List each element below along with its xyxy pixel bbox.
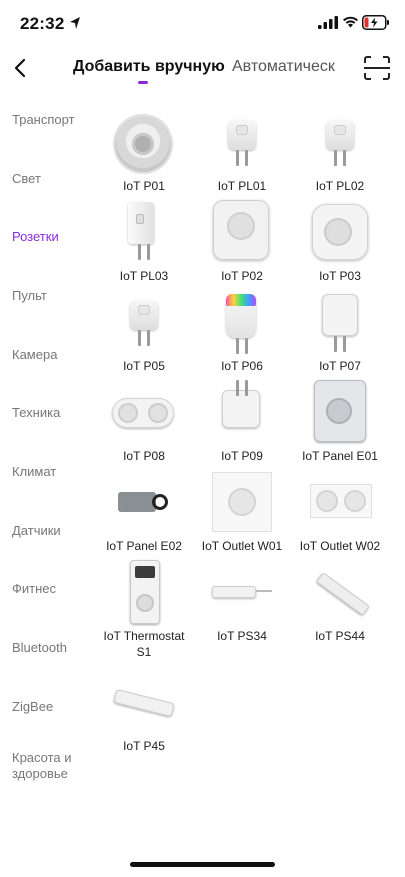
chevron-left-icon — [14, 58, 26, 78]
product-label: IoT Panel E02 — [106, 539, 182, 553]
product-tile[interactable]: IoT P07 — [292, 290, 388, 374]
category-sensors[interactable]: Датчики — [12, 523, 98, 539]
battery-charging-icon — [362, 15, 389, 30]
product-label: IoT PL02 — [315, 179, 365, 193]
product-tile[interactable]: IoT P03 — [292, 200, 388, 284]
product-tile[interactable]: IoT P08 — [96, 380, 192, 464]
home-indicator — [130, 862, 275, 867]
product-label: IoT P03 — [319, 269, 361, 283]
product-tile[interactable]: IoT P06 — [194, 290, 290, 374]
product-label: IoT P06 — [221, 359, 263, 373]
wifi-icon — [343, 16, 358, 28]
socket-plug-icon — [210, 200, 274, 264]
product-label: IoT P45 — [123, 739, 165, 753]
socket-plug-icon — [112, 200, 176, 264]
product-label: IoT P07 — [319, 359, 361, 373]
product-tile[interactable]: IoT PL02 — [292, 110, 388, 194]
product-label: IoT PL01 — [217, 179, 267, 193]
socket-plug-icon — [210, 290, 274, 354]
socket-plug-icon — [210, 470, 274, 534]
product-tile[interactable]: IoT P02 — [194, 200, 290, 284]
header: Добавить вручную Автоматическ — [0, 46, 405, 92]
power-strip-icon — [112, 670, 176, 734]
category-remote[interactable]: Пульт — [12, 288, 98, 304]
product-tile[interactable]: IoT PS34 — [194, 560, 290, 644]
category-climate[interactable]: Климат — [12, 464, 98, 480]
tab-manual-add[interactable]: Добавить вручную — [73, 58, 225, 76]
socket-plug-icon — [308, 200, 372, 264]
tab-auto-scan[interactable]: Автоматическ — [232, 58, 342, 76]
product-tile[interactable]: IoT P45 — [96, 670, 192, 754]
socket-plug-icon — [308, 380, 372, 444]
product-label: IoT Panel E01 — [302, 449, 378, 463]
socket-plug-icon — [112, 290, 176, 354]
socket-plug-icon — [112, 110, 176, 174]
product-label: IoT Outlet W01 — [201, 539, 283, 553]
power-strip-icon — [308, 560, 372, 624]
status-time: 22:32 — [20, 14, 65, 33]
status-bar: 22:32 — [0, 0, 405, 46]
product-tile[interactable]: IoT Outlet W01 — [194, 470, 290, 554]
product-label: IoT PL03 — [119, 269, 169, 283]
category-light[interactable]: Свет — [12, 171, 98, 187]
category-sockets[interactable]: Розетки — [12, 229, 98, 245]
scan-icon[interactable] — [364, 56, 390, 80]
cellular-signal-icon — [318, 16, 338, 29]
product-label: IoT Outlet W02 — [299, 539, 381, 553]
back-button[interactable] — [8, 54, 32, 82]
power-strip-icon — [210, 560, 274, 624]
product-label: IoT PS34 — [217, 629, 267, 643]
product-label: IoT P08 — [123, 449, 165, 463]
category-fitness[interactable]: Фитнес — [12, 581, 98, 597]
active-tab-indicator — [138, 81, 148, 84]
product-label: IoT P01 — [123, 179, 165, 193]
socket-plug-icon — [112, 470, 176, 534]
socket-plug-icon — [210, 110, 274, 174]
category-beauty-health[interactable]: Красота и здоровье — [12, 750, 98, 782]
thermostat-icon — [112, 560, 176, 624]
socket-plug-icon — [210, 380, 274, 444]
product-tile[interactable]: IoT PL03 — [96, 200, 192, 284]
product-tile[interactable]: IoT P01 — [96, 110, 192, 194]
product-label: IoT Thermostat S1 — [103, 629, 185, 659]
product-label: IoT PS44 — [315, 629, 365, 643]
product-tile[interactable]: IoT PL01 — [194, 110, 290, 194]
product-tile[interactable]: IoT Outlet W02 — [292, 470, 388, 554]
product-label: IoT P09 — [221, 449, 263, 463]
product-tile[interactable]: IoT Panel E01 — [292, 380, 388, 464]
category-camera[interactable]: Камера — [12, 347, 98, 363]
category-zigbee[interactable]: ZigBee — [12, 699, 98, 715]
category-transport[interactable]: Транспорт — [12, 112, 98, 128]
product-tile[interactable]: IoT P05 — [96, 290, 192, 374]
category-bluetooth[interactable]: Bluetooth — [12, 640, 98, 656]
socket-plug-icon — [308, 110, 372, 174]
product-tile[interactable]: IoT Thermostat S1 — [96, 560, 192, 660]
location-arrow-icon — [70, 17, 80, 29]
socket-plug-icon — [112, 380, 176, 444]
product-tile[interactable]: IoT P09 — [194, 380, 290, 464]
product-label: IoT P02 — [221, 269, 263, 283]
product-tile[interactable]: IoT Panel E02 — [96, 470, 192, 554]
product-label: IoT P05 — [123, 359, 165, 373]
socket-plug-icon — [308, 290, 372, 354]
product-tile[interactable]: IoT PS44 — [292, 560, 388, 644]
category-appliances[interactable]: Техника — [12, 405, 98, 421]
socket-plug-icon — [308, 470, 372, 534]
